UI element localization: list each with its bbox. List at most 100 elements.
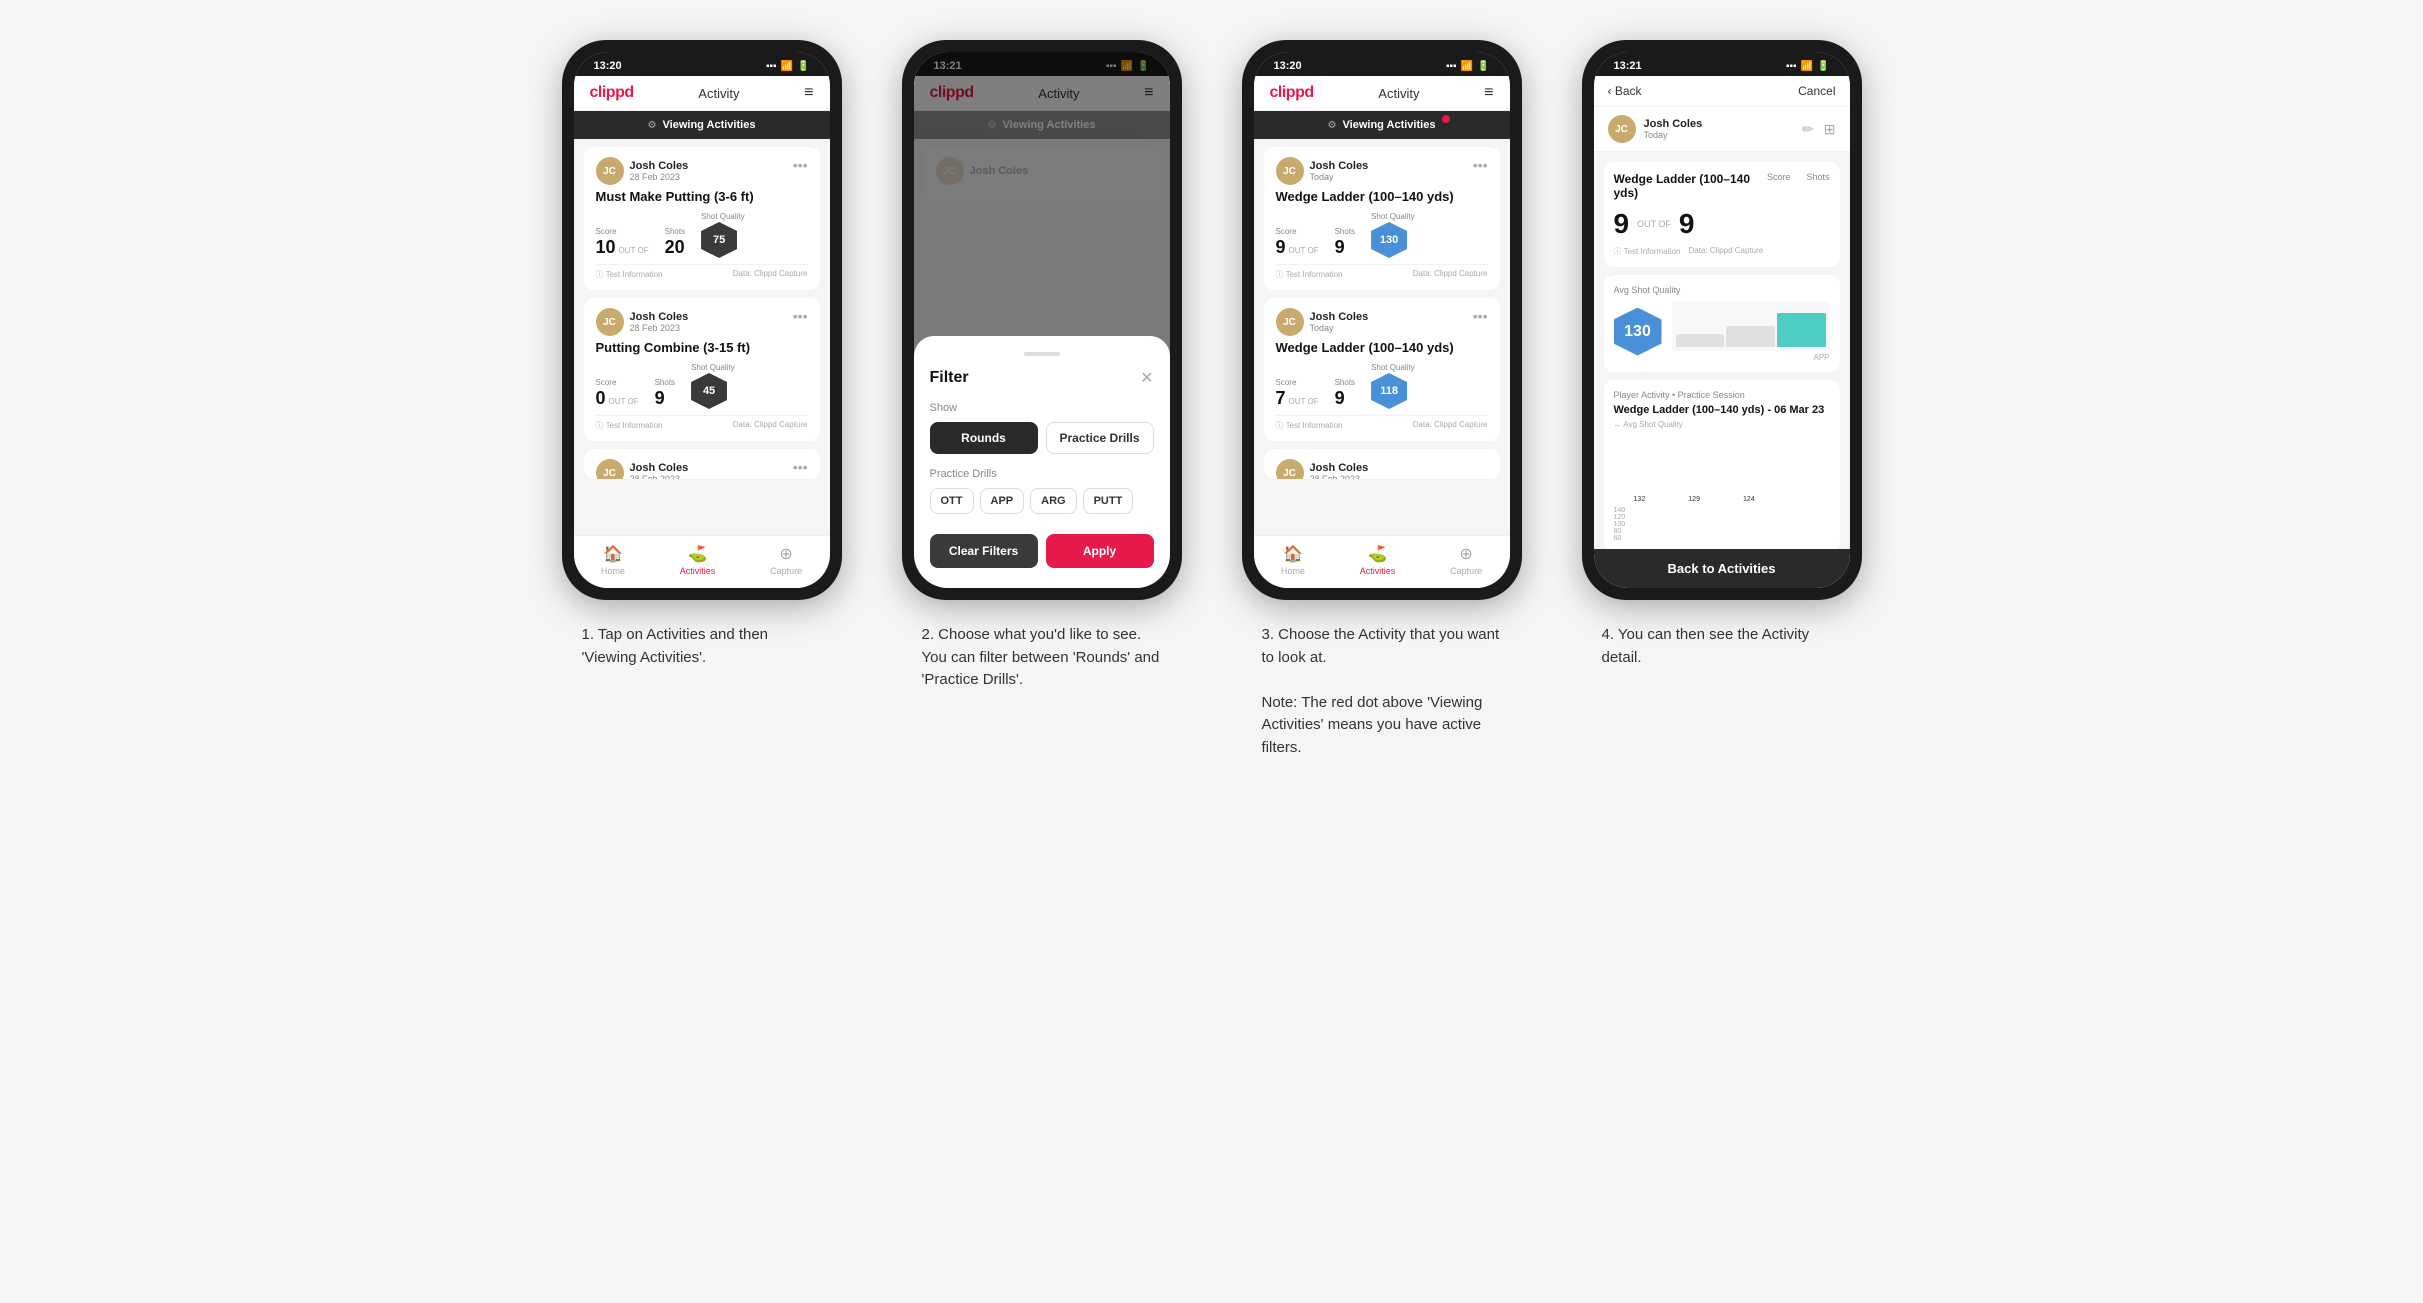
card-footer-1-2: ⓘ Test Information Data: Clippd Capture	[596, 415, 808, 431]
footer-left-3-1: ⓘ Test Information	[1276, 269, 1343, 280]
nav-activities-1[interactable]: ⛳ Activities	[680, 544, 716, 576]
activity-card-3-2[interactable]: JC Josh Coles Today ••• Wedge Ladder (10…	[1264, 298, 1500, 441]
edit-icon-4[interactable]: ✏	[1802, 121, 1814, 138]
out-of-3-1: OUT OF	[1289, 246, 1319, 255]
shots-label-1-1: Shots	[665, 227, 685, 236]
wifi-icon: 📶	[781, 61, 793, 72]
shots-value-1-2: 9	[655, 388, 675, 409]
score-value-1-2: 0	[596, 388, 606, 409]
activities-label-3: Activities	[1360, 566, 1396, 576]
description-1: 1. Tap on Activities and then 'Viewing A…	[582, 624, 822, 669]
detail-nav-4: ‹ Back Cancel	[1594, 76, 1850, 107]
avatar-3-3: JC	[1276, 459, 1304, 479]
card-user-1-2: JC Josh Coles 28 Feb 2023	[596, 308, 689, 336]
drill-ott[interactable]: OTT	[930, 488, 974, 514]
nav-activities-3[interactable]: ⛳ Activities	[1360, 544, 1396, 576]
card-footer-3-1: ⓘ Test Information Data: Clippd Capture	[1276, 264, 1488, 280]
player-activity-label-4: Player Activity • Practice Session	[1614, 390, 1830, 400]
detail-title-row-4: Wedge Ladder (100–140 yds) Score Shots	[1614, 172, 1830, 200]
card-title-3-2: Wedge Ladder (100–140 yds)	[1276, 340, 1488, 355]
detail-user-info-4: JC Josh Coles Today	[1608, 115, 1703, 143]
out-of-1-1: OUT OF	[619, 246, 649, 255]
filter-close-btn[interactable]: ✕	[1140, 368, 1153, 388]
status-bar-3: 13:20 ▪▪▪ 📶 🔋	[1254, 52, 1510, 76]
chart-axis-4: APP	[1672, 353, 1830, 362]
phone-column-4: 13:21 ▪▪▪ 📶 🔋 ‹ Back Cancel JC	[1572, 40, 1872, 669]
card-dots-1-2[interactable]: •••	[793, 308, 808, 324]
battery-icon-3: 🔋	[1477, 61, 1489, 72]
user-date-3-1: Today	[1310, 172, 1369, 182]
filter-icon-3: ⚙	[1328, 120, 1337, 131]
shots-label-3-2: Shots	[1335, 378, 1355, 387]
drill-app[interactable]: APP	[980, 488, 1025, 514]
capture-icon-3: ⊕	[1459, 544, 1472, 564]
nav-title-1: Activity	[698, 86, 739, 101]
footer-left-1-2: ⓘ Test Information	[596, 420, 663, 431]
shots-value-3-1: 9	[1335, 237, 1355, 258]
card-dots-3-2[interactable]: •••	[1473, 308, 1488, 324]
back-to-activities-btn-4[interactable]: Back to Activities	[1594, 549, 1850, 588]
user-info-1-3: Josh Coles 28 Feb 2023	[630, 462, 689, 479]
card-header-3-1: JC Josh Coles Today •••	[1276, 157, 1488, 185]
score-group-3-2: Score 7 OUT OF	[1276, 378, 1319, 409]
cancel-btn-4[interactable]: Cancel	[1798, 84, 1835, 98]
quality-group-1-1: Shot Quality 75	[701, 212, 745, 258]
session-bar-1: 132	[1614, 496, 1666, 505]
user-name-3-2: Josh Coles	[1310, 311, 1369, 323]
score-out-of-1-1: 10 OUT OF	[596, 237, 649, 258]
card-dots-3-1[interactable]: •••	[1473, 157, 1488, 173]
drill-putt[interactable]: PUTT	[1083, 488, 1134, 514]
back-btn-4[interactable]: ‹ Back	[1608, 84, 1642, 98]
logo-1: clippd	[590, 84, 634, 102]
filter-icon-1: ⚙	[648, 120, 657, 131]
out-of-big-4: OUT OF	[1637, 219, 1671, 229]
bar-4-1	[1676, 334, 1725, 347]
session-y-axis-4: 1401201008060	[1614, 507, 1830, 542]
activities-label-1: Activities	[680, 566, 716, 576]
card-stats-3-1: Score 9 OUT OF Shots 9	[1276, 212, 1488, 258]
shots-value-1-1: 20	[665, 237, 685, 258]
drill-arg[interactable]: ARG	[1030, 488, 1076, 514]
activity-card-1-2[interactable]: JC Josh Coles 28 Feb 2023 ••• Putting Co…	[584, 298, 820, 441]
activities-icon-1: ⛳	[688, 544, 708, 564]
home-icon-3: 🏠	[1283, 544, 1303, 564]
nav-capture-1[interactable]: ⊕ Capture	[770, 544, 802, 576]
apply-btn[interactable]: Apply	[1046, 534, 1154, 568]
phone-screen-3: 13:20 ▪▪▪ 📶 🔋 clippd Activity ≡ ⚙	[1254, 52, 1510, 588]
nav-capture-3[interactable]: ⊕ Capture	[1450, 544, 1482, 576]
expand-icon-4[interactable]: ⊞	[1824, 121, 1836, 138]
menu-icon-1[interactable]: ≡	[804, 84, 813, 102]
viewing-activities-bar-3[interactable]: ⚙ Viewing Activities	[1254, 111, 1510, 139]
clear-filters-btn[interactable]: Clear Filters	[930, 534, 1038, 568]
big-score-4: 9	[1614, 208, 1630, 240]
user-info-4: Josh Coles Today	[1644, 118, 1703, 140]
footer-right-3-2: Data: Clippd Capture	[1413, 420, 1488, 431]
activity-card-3-1[interactable]: JC Josh Coles Today ••• Wedge Ladder (10…	[1264, 147, 1500, 290]
nav-home-3[interactable]: 🏠 Home	[1281, 544, 1305, 576]
card-header-3-2: JC Josh Coles Today •••	[1276, 308, 1488, 336]
menu-icon-3[interactable]: ≡	[1484, 84, 1493, 102]
avg-quality-label-4: Avg Shot Quality	[1614, 285, 1830, 295]
user-info-1-2: Josh Coles 28 Feb 2023	[630, 311, 689, 333]
quality-hex-1-1: 75	[701, 222, 737, 258]
nav-home-1[interactable]: 🏠 Home	[601, 544, 625, 576]
viewing-activities-bar-1[interactable]: ⚙ Viewing Activities	[574, 111, 830, 139]
activity-card-1-1[interactable]: JC Josh Coles 28 Feb 2023 ••• Must Make …	[584, 147, 820, 290]
red-dot-3	[1442, 115, 1450, 123]
description-4: 4. You can then see the Activity detail.	[1602, 624, 1842, 669]
rounds-toggle-btn[interactable]: Rounds	[930, 422, 1038, 454]
phone-frame-3: 13:20 ▪▪▪ 📶 🔋 clippd Activity ≡ ⚙	[1242, 40, 1522, 600]
quality-label-3-1: Shot Quality	[1371, 212, 1415, 221]
score-group-1-1: Score 10 OUT OF	[596, 227, 649, 258]
card-header-1-2: JC Josh Coles 28 Feb 2023 •••	[596, 308, 808, 336]
practice-toggle-btn[interactable]: Practice Drills	[1046, 422, 1154, 454]
card-footer-3-2: ⓘ Test Information Data: Clippd Capture	[1276, 415, 1488, 431]
user-name-1-3: Josh Coles	[630, 462, 689, 474]
description-2: 2. Choose what you'd like to see. You ca…	[922, 624, 1162, 692]
quality-display-4: 130 APP	[1614, 301, 1830, 362]
score-label-3-1: Score	[1276, 227, 1319, 236]
card-dots-1-1[interactable]: •••	[793, 157, 808, 173]
user-date-1-1: 28 Feb 2023	[630, 172, 689, 182]
card-dots-1-3[interactable]: •••	[793, 459, 808, 475]
card-header-1-3: JC Josh Coles 28 Feb 2023 •••	[596, 459, 808, 479]
